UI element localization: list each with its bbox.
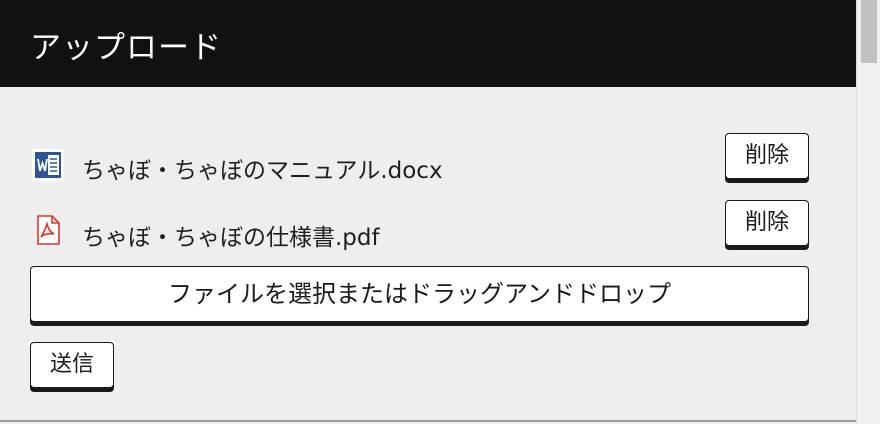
word-document-icon — [32, 149, 64, 181]
delete-file-button[interactable]: 削除 — [725, 133, 809, 179]
file-name: ちゃぼ・ちゃぼの仕様書.pdf — [82, 225, 380, 251]
page-header: アップロード — [0, 0, 856, 87]
file-select-dropzone-button[interactable]: ファイルを選択またはドラッグアンドドロップ — [30, 266, 809, 322]
submit-button[interactable]: 送信 — [30, 342, 114, 388]
page-title: アップロード — [30, 30, 222, 66]
delete-file-button[interactable]: 削除 — [725, 200, 809, 246]
file-name: ちゃぼ・ちゃぼのマニュアル.docx — [82, 158, 443, 184]
file-list-item: ちゃぼ・ちゃぼのマニュアル.docx 削除 — [0, 133, 856, 187]
pdf-document-icon — [32, 214, 64, 246]
file-list-item: ちゃぼ・ちゃぼの仕様書.pdf 削除 — [0, 200, 856, 254]
scrollbar-thumb[interactable] — [861, 0, 877, 63]
vertical-scrollbar[interactable] — [856, 0, 880, 424]
upload-panel: ちゃぼ・ちゃぼのマニュアル.docx 削除 ちゃぼ・ちゃぼの仕様書.pdf 削除… — [0, 87, 856, 424]
bottom-divider — [0, 420, 856, 422]
